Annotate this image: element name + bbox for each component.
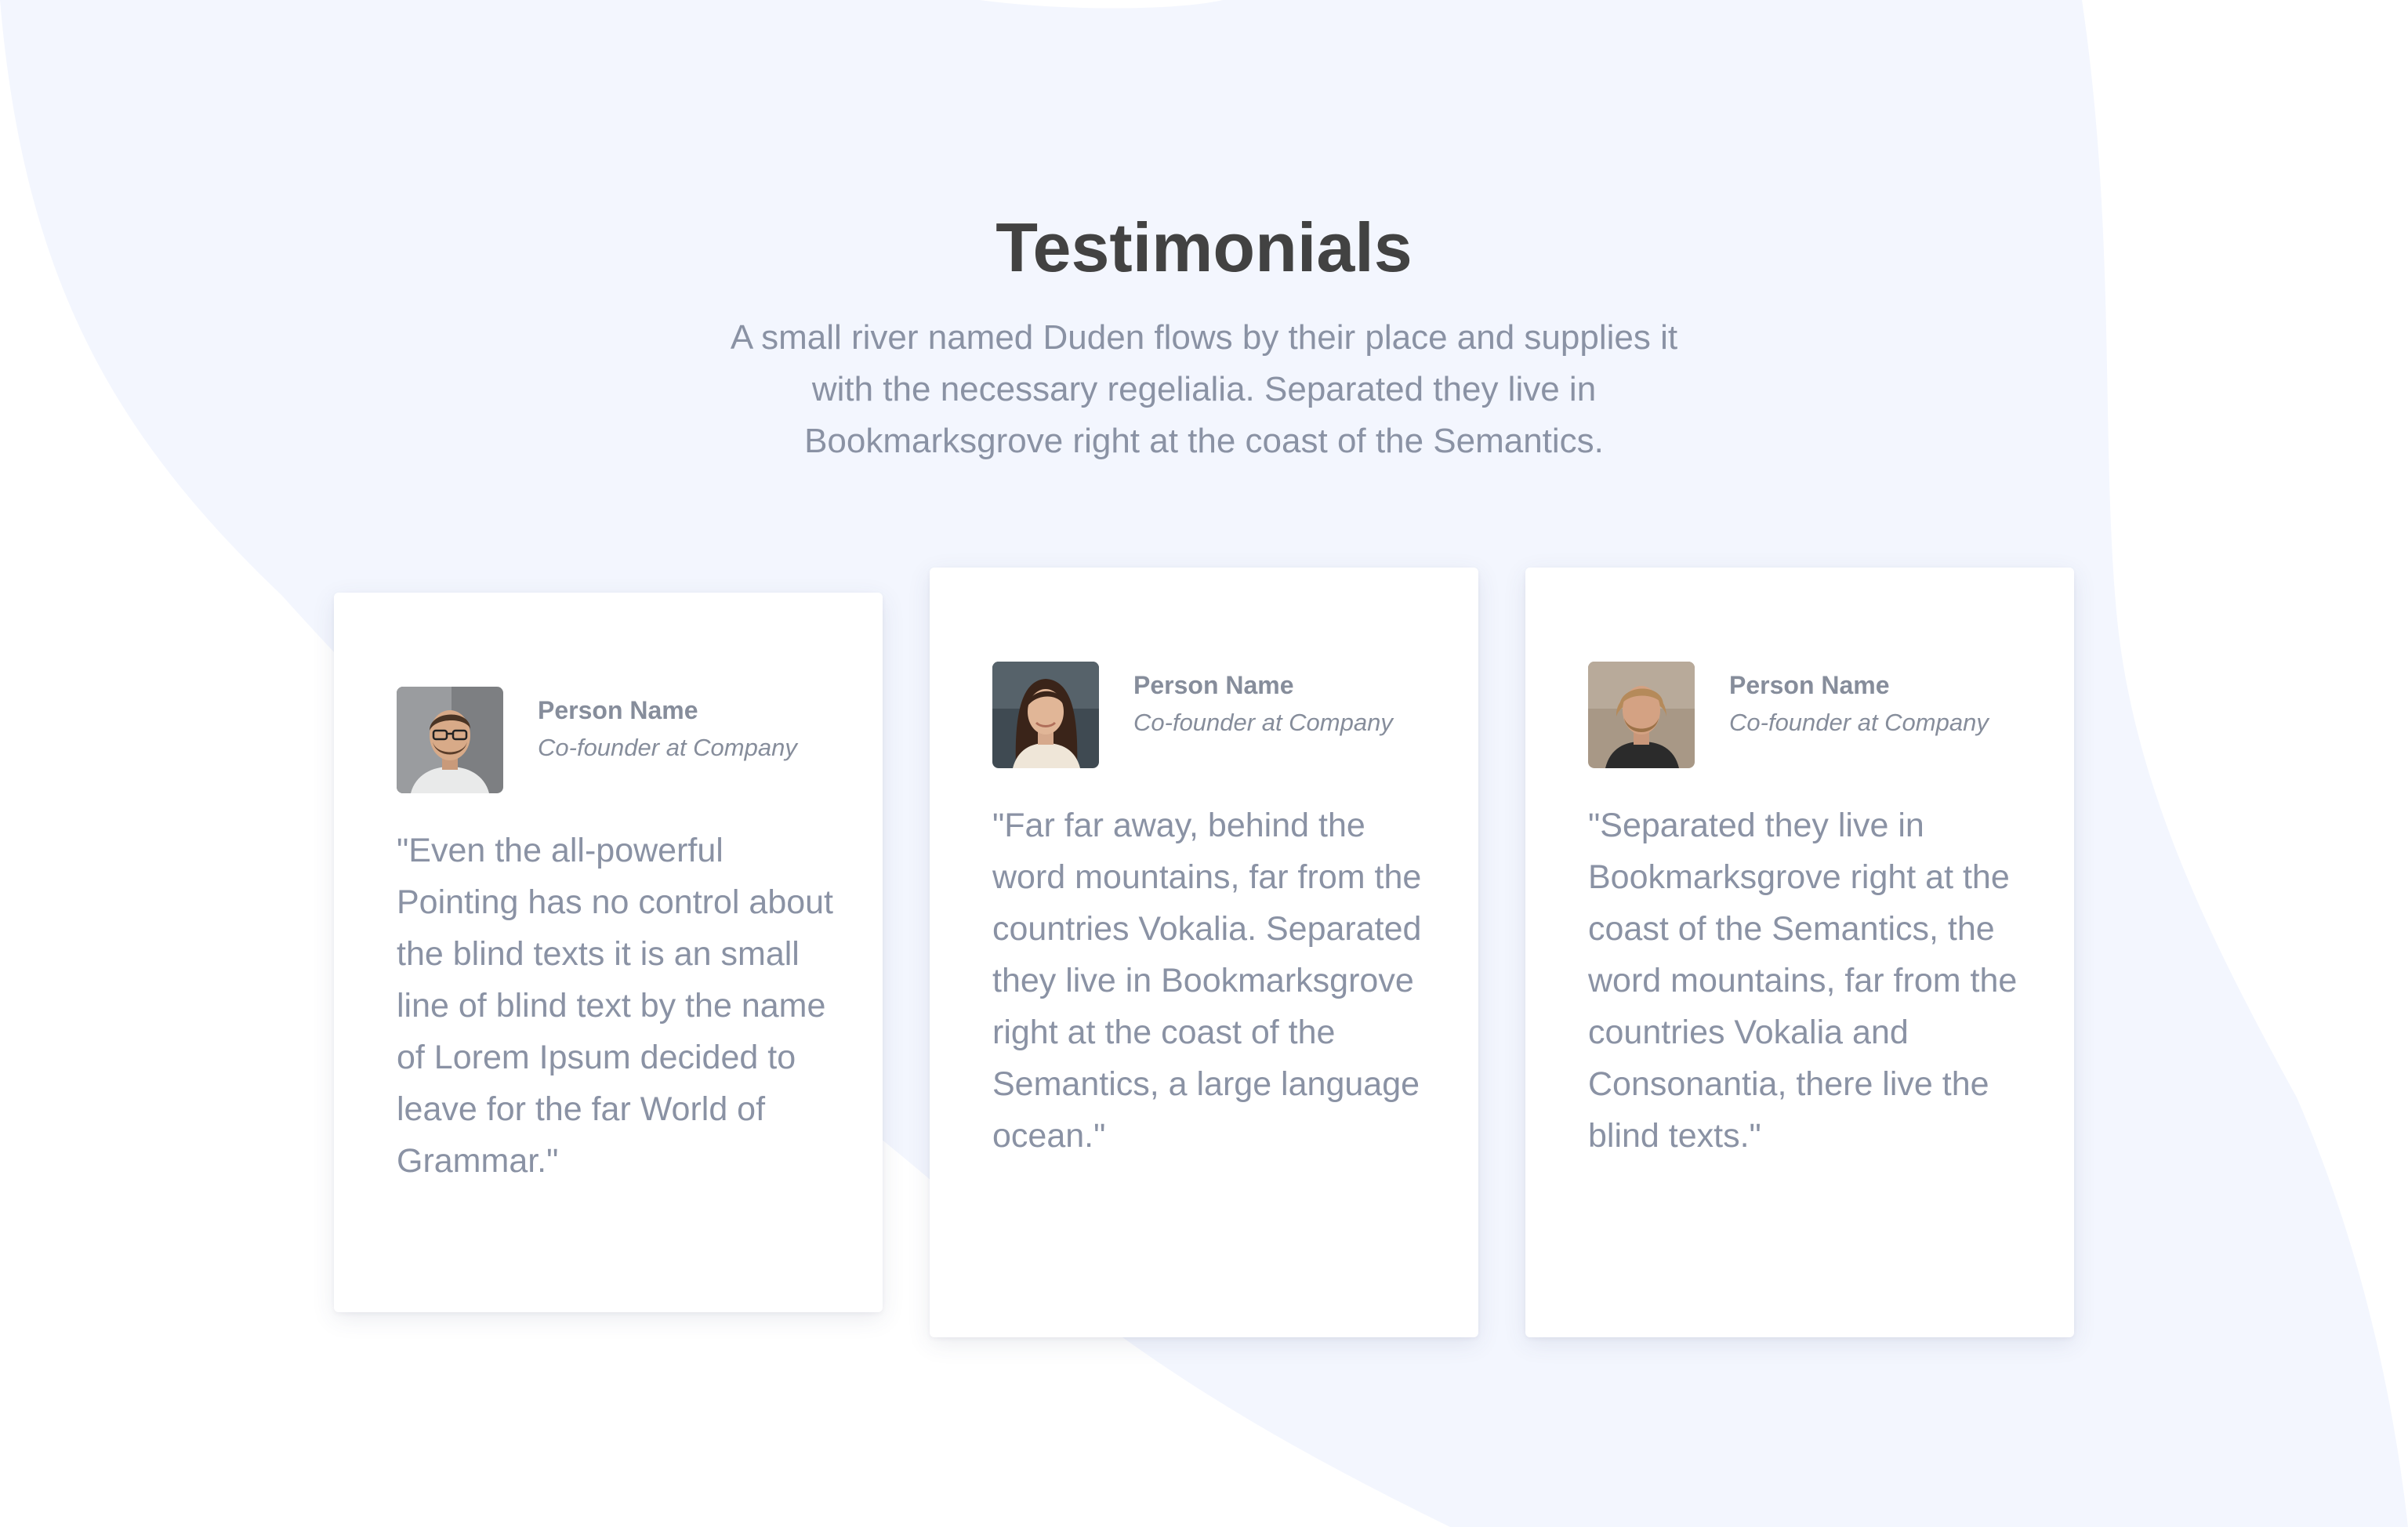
- testimonial-quote: "Even the all-powerful Pointing has no c…: [397, 832, 834, 1180]
- testimonial-quote: "Far far away, behind the word mountains…: [992, 807, 1422, 1155]
- testimonials-section: Testimonials A small river named Duden f…: [0, 0, 2408, 1527]
- section-title: Testimonials: [995, 209, 1413, 286]
- testimonial-quote: "Separated they live in Bookmarksgrove r…: [1588, 807, 2018, 1155]
- avatar: [1588, 662, 1695, 768]
- person-role: Co-founder at Company: [1729, 709, 1989, 736]
- testimonial-card: Person Name Co-founder at Company "Even …: [334, 593, 883, 1312]
- person-photo-icon: [992, 662, 1099, 768]
- person-name: Person Name: [538, 696, 698, 724]
- avatar: [992, 662, 1099, 768]
- person-photo-icon: [397, 687, 503, 793]
- testimonial-card: Person Name Co-founder at Company "Far f…: [930, 568, 1478, 1337]
- testimonial-card: Person Name Co-founder at Company "Separ…: [1525, 568, 2074, 1337]
- person-role: Co-founder at Company: [538, 734, 797, 761]
- avatar: [397, 687, 503, 793]
- section-intro: A small river named Duden flows by their…: [730, 318, 1678, 460]
- person-role: Co-founder at Company: [1133, 709, 1393, 736]
- person-name: Person Name: [1729, 671, 1890, 699]
- person-name: Person Name: [1133, 671, 1294, 699]
- person-photo-icon: [1588, 662, 1695, 768]
